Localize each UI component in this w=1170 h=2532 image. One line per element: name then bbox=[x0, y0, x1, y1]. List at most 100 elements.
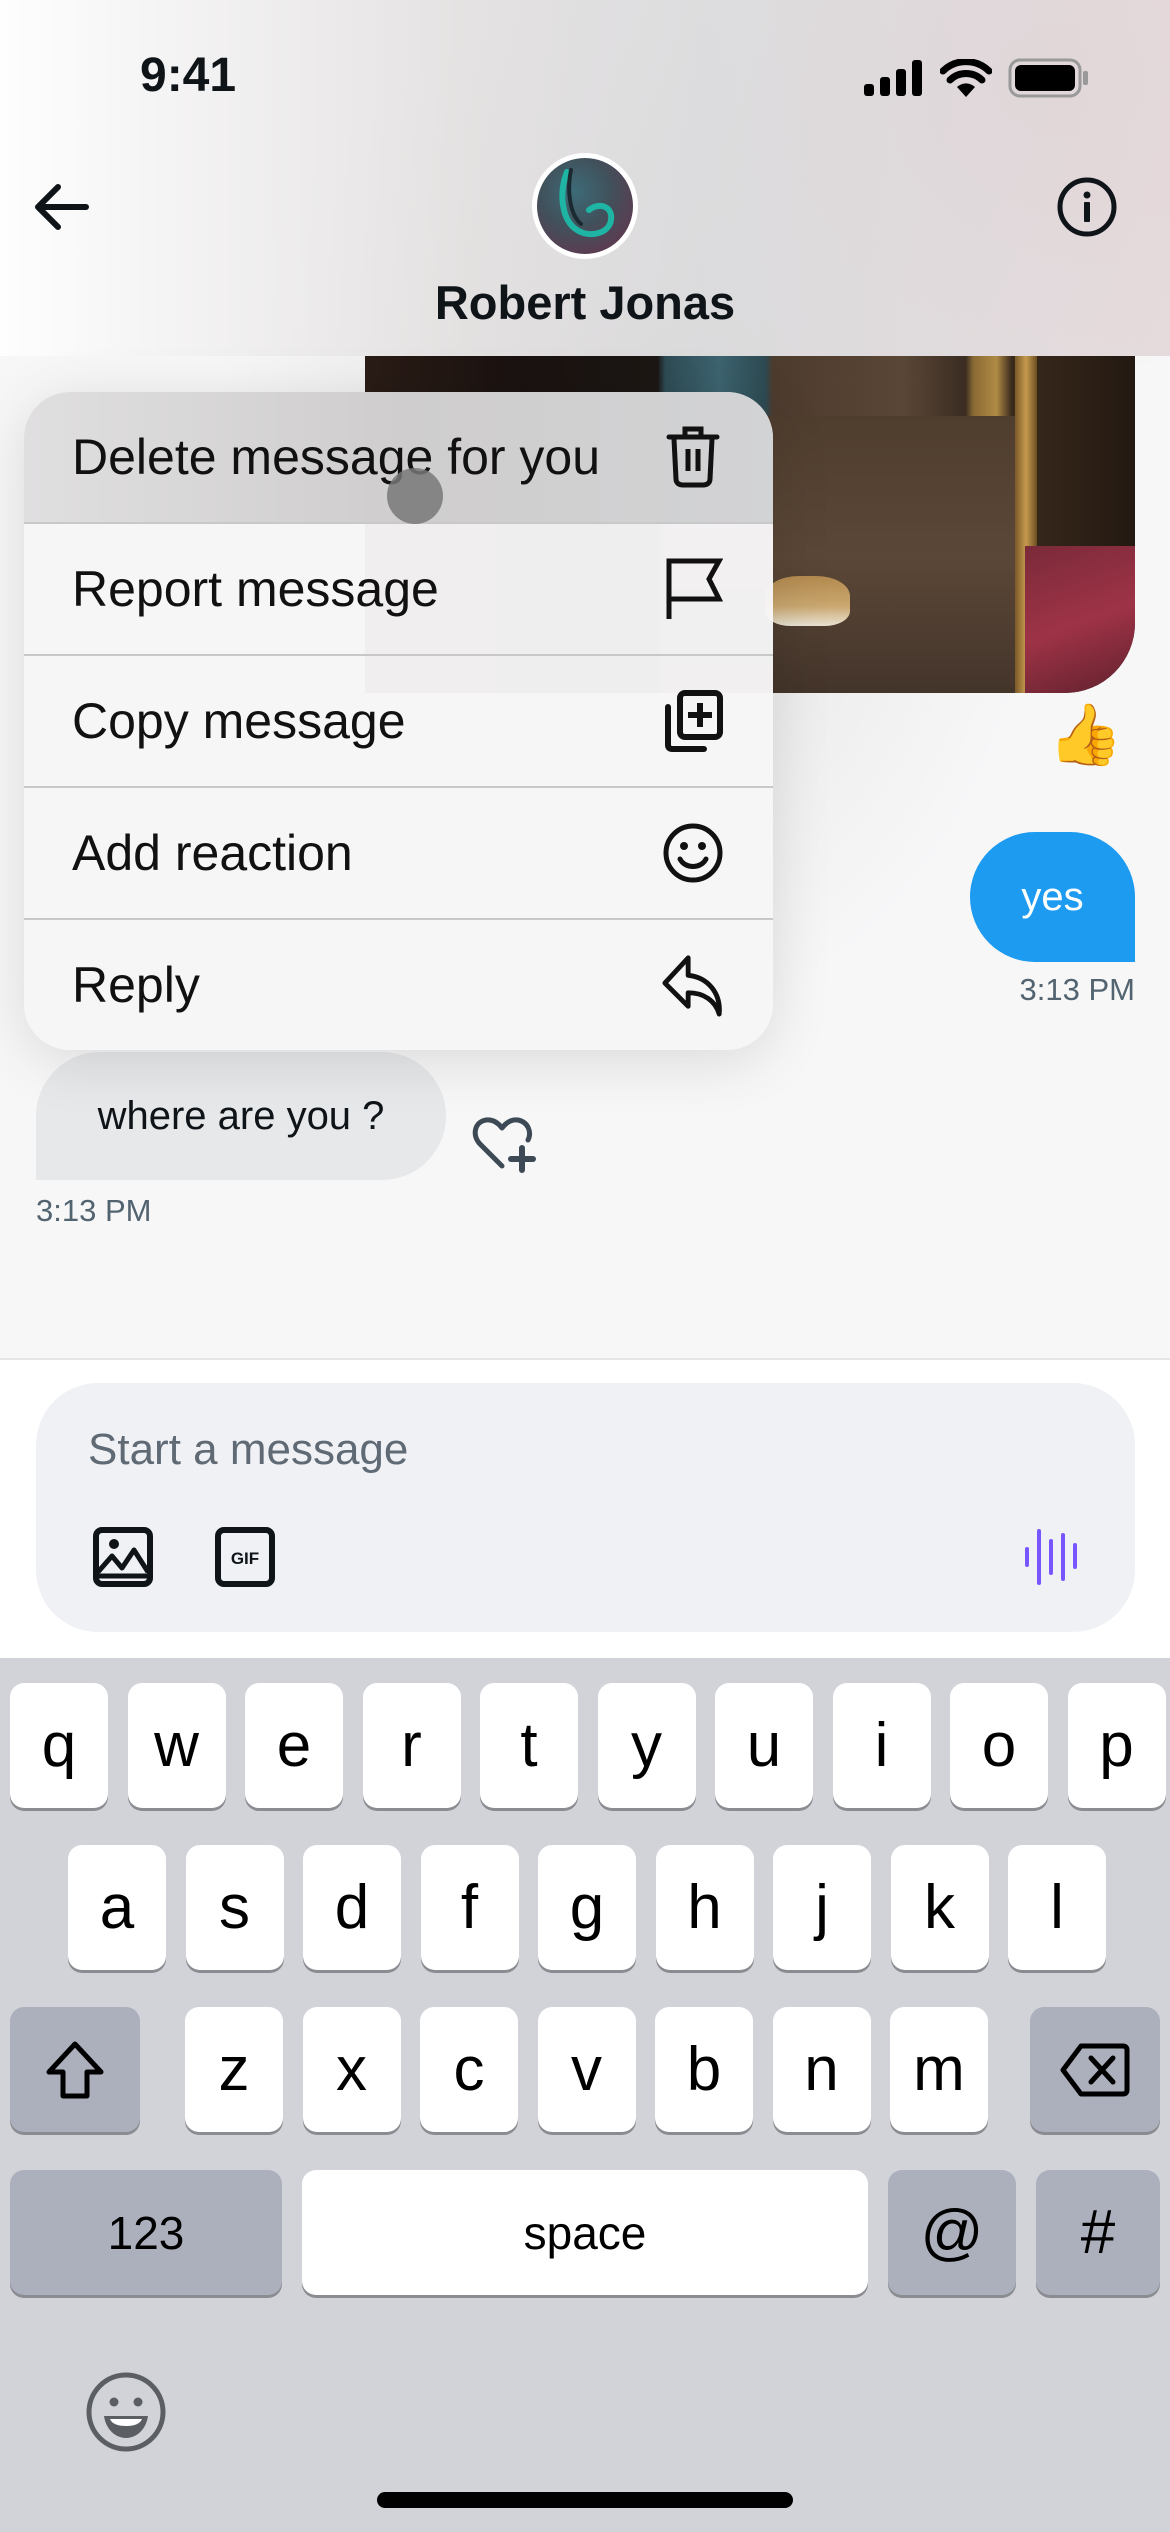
key-label: c bbox=[453, 2035, 485, 2104]
key-y[interactable]: y bbox=[597, 1683, 696, 1808]
delete-key[interactable] bbox=[1030, 2007, 1160, 2132]
status-icons bbox=[864, 58, 1090, 98]
sent-message-text: yes bbox=[1021, 874, 1084, 919]
key-label: 123 bbox=[107, 2206, 185, 2259]
key-label: j bbox=[815, 1873, 829, 1942]
key-label: o bbox=[981, 1711, 1017, 1780]
voice-message-button[interactable] bbox=[1021, 1523, 1083, 1589]
photo-shoe bbox=[765, 576, 850, 626]
key-e[interactable]: e bbox=[245, 1683, 343, 1808]
key-label: i bbox=[874, 1711, 889, 1780]
key-m[interactable]: m bbox=[890, 2007, 988, 2132]
key-k[interactable]: k bbox=[890, 1845, 989, 1970]
backspace-icon bbox=[1060, 2043, 1130, 2096]
key-label: g bbox=[569, 1873, 605, 1942]
image-icon bbox=[93, 1527, 153, 1587]
key-n[interactable]: n bbox=[772, 2007, 871, 2132]
menu-item-label: Add reaction bbox=[72, 825, 353, 881]
key-label: p bbox=[1099, 1711, 1134, 1780]
key-label: u bbox=[746, 1711, 782, 1780]
message-composer: GIF bbox=[36, 1383, 1135, 1632]
menu-item-label: Report message bbox=[72, 561, 439, 617]
key-c[interactable]: c bbox=[420, 2007, 518, 2132]
hash-key[interactable]: # bbox=[1036, 2170, 1160, 2295]
key-label: a bbox=[99, 1873, 135, 1942]
key-o[interactable]: o bbox=[950, 1683, 1048, 1808]
menu-item-add-reaction[interactable]: Add reaction bbox=[24, 788, 773, 920]
key-label: e bbox=[276, 1711, 312, 1780]
thumbs-up-reaction[interactable]: 👍 bbox=[1048, 705, 1123, 765]
cellular-signal-icon bbox=[864, 60, 922, 96]
key-i[interactable]: i bbox=[832, 1683, 931, 1808]
arrow-left-icon bbox=[35, 184, 89, 230]
at-key[interactable]: @ bbox=[888, 2170, 1016, 2295]
add-reaction-button[interactable] bbox=[470, 1114, 540, 1176]
key-label: space bbox=[523, 2206, 647, 2259]
voice-waveform-icon bbox=[1025, 1529, 1077, 1585]
key-v[interactable]: v bbox=[537, 2007, 636, 2132]
message-context-menu: Delete message for you Report message Co… bbox=[24, 392, 773, 1050]
photo-red-object bbox=[1025, 546, 1135, 693]
sent-message-timestamp: 3:13 PM bbox=[1019, 972, 1135, 1007]
key-label: t bbox=[520, 1711, 538, 1780]
received-message-text: where are you ? bbox=[97, 1093, 385, 1138]
emoji-icon bbox=[86, 2372, 166, 2452]
back-button[interactable] bbox=[30, 175, 94, 239]
key-label: l bbox=[1050, 1873, 1064, 1942]
contact-name[interactable]: Robert Jonas bbox=[0, 275, 1170, 330]
conversation-header: 9:41 Robert Jonas bbox=[0, 0, 1170, 356]
key-label: b bbox=[686, 2035, 722, 2104]
key-label: d bbox=[334, 1873, 370, 1942]
menu-item-label: Delete message for you bbox=[72, 429, 601, 485]
key-j[interactable]: j bbox=[773, 1845, 871, 1970]
emoji-keyboard-button[interactable] bbox=[84, 2370, 168, 2454]
key-l[interactable]: l bbox=[1008, 1845, 1106, 1970]
home-indicator bbox=[377, 2492, 793, 2508]
key-q[interactable]: q bbox=[10, 1683, 108, 1808]
key-label: @ bbox=[920, 2198, 984, 2267]
heart-plus-icon bbox=[472, 1117, 536, 1173]
key-label: x bbox=[336, 2035, 367, 2104]
key-label: s bbox=[219, 1873, 250, 1942]
key-a[interactable]: a bbox=[68, 1845, 166, 1970]
key-w[interactable]: w bbox=[127, 1683, 226, 1808]
info-circle-icon bbox=[1057, 177, 1117, 237]
key-x[interactable]: x bbox=[302, 2007, 401, 2132]
key-d[interactable]: d bbox=[303, 1845, 401, 1970]
received-message-bubble[interactable]: where are you ? bbox=[36, 1052, 446, 1180]
key-t[interactable]: t bbox=[480, 1683, 578, 1808]
sent-message-bubble[interactable]: yes bbox=[970, 832, 1135, 962]
key-label: k bbox=[924, 1873, 955, 1942]
conversation-info-button[interactable] bbox=[1056, 176, 1118, 238]
key-b[interactable]: b bbox=[655, 2007, 753, 2132]
menu-item-reply[interactable]: Reply bbox=[24, 920, 773, 1050]
received-message-timestamp: 3:13 PM bbox=[36, 1193, 152, 1228]
numbers-key[interactable]: 123 bbox=[10, 2170, 282, 2295]
menu-item-copy[interactable]: Copy message bbox=[24, 656, 773, 788]
key-r[interactable]: r bbox=[362, 1683, 461, 1808]
key-h[interactable]: h bbox=[655, 1845, 754, 1970]
smiley-icon bbox=[661, 821, 725, 885]
add-gif-button[interactable]: GIF bbox=[214, 1526, 276, 1588]
key-label: w bbox=[154, 1711, 199, 1780]
key-label: n bbox=[804, 2035, 839, 2104]
key-p[interactable]: p bbox=[1067, 1683, 1166, 1808]
key-label: y bbox=[631, 1711, 662, 1780]
touch-indicator bbox=[387, 468, 443, 524]
space-key[interactable]: space bbox=[302, 2170, 868, 2295]
menu-item-delete[interactable]: Delete message for you bbox=[24, 392, 773, 524]
contact-avatar[interactable] bbox=[532, 153, 638, 259]
shift-key[interactable] bbox=[10, 2007, 140, 2132]
key-label: q bbox=[41, 1711, 77, 1780]
message-input[interactable] bbox=[88, 1425, 988, 1475]
key-u[interactable]: u bbox=[715, 1683, 813, 1808]
gif-label: GIF bbox=[231, 1549, 259, 1568]
key-z[interactable]: z bbox=[185, 2007, 283, 2132]
add-photo-button[interactable] bbox=[92, 1526, 154, 1588]
menu-item-report[interactable]: Report message bbox=[24, 524, 773, 656]
avatar-logo-icon bbox=[559, 168, 615, 238]
key-f[interactable]: f bbox=[420, 1845, 519, 1970]
key-g[interactable]: g bbox=[538, 1845, 636, 1970]
key-s[interactable]: s bbox=[185, 1845, 284, 1970]
menu-item-label: Copy message bbox=[72, 693, 406, 749]
